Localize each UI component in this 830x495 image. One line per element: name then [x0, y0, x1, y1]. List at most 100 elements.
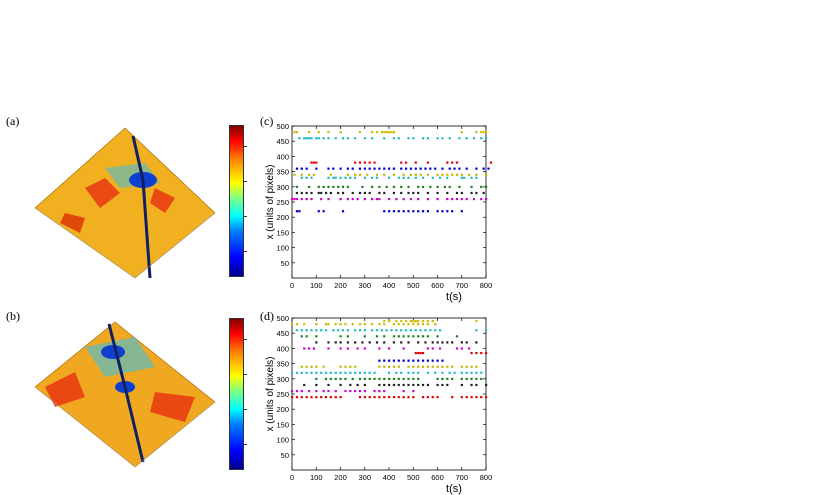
data-point — [412, 389, 415, 393]
data-point — [470, 396, 473, 399]
data-point — [482, 191, 485, 195]
data-point — [388, 320, 391, 323]
data-point — [407, 371, 410, 374]
data-point — [310, 371, 313, 374]
data-point — [351, 191, 354, 195]
data-point — [383, 359, 386, 362]
data-point — [363, 323, 366, 326]
data-point — [441, 365, 444, 368]
x-tick-label: 200 — [334, 281, 347, 290]
x-tick-label: 300 — [358, 473, 371, 482]
data-point — [329, 191, 332, 195]
y-axis-label: x (units of pixels) — [265, 356, 276, 431]
data-point — [446, 197, 449, 201]
data-point — [351, 167, 354, 170]
data-point — [339, 197, 342, 201]
data-point — [392, 383, 396, 387]
data-point — [436, 365, 439, 368]
data-point — [453, 167, 456, 170]
data-point — [388, 131, 391, 134]
data-point — [446, 173, 449, 176]
data-point — [346, 137, 349, 140]
data-point — [446, 365, 449, 368]
data-point — [392, 377, 396, 380]
data-point — [434, 167, 437, 170]
data-point — [380, 131, 383, 134]
data-point — [412, 323, 415, 326]
data-point — [388, 359, 391, 362]
data-point — [334, 371, 337, 374]
data-point — [368, 167, 371, 170]
data-point — [388, 347, 391, 350]
data-point — [388, 383, 391, 387]
data-point — [397, 323, 400, 326]
data-point — [417, 383, 420, 387]
data-point — [339, 396, 342, 399]
data-point — [356, 347, 359, 350]
data-point — [322, 210, 325, 213]
data-point — [315, 389, 318, 393]
data-point — [470, 191, 473, 195]
data-point — [315, 335, 318, 338]
data-point — [400, 371, 403, 374]
data-point — [291, 197, 294, 201]
data-point — [368, 396, 371, 399]
data-point — [363, 335, 366, 338]
x-tick-label: 100 — [310, 473, 323, 482]
data-point — [300, 167, 303, 170]
data-point — [383, 377, 386, 380]
data-point — [378, 377, 381, 380]
data-point — [303, 137, 306, 140]
data-point — [470, 383, 473, 387]
data-point — [475, 377, 478, 380]
data-point — [310, 329, 313, 332]
data-point — [468, 173, 471, 176]
colorbar-b — [229, 318, 247, 470]
data-point — [395, 320, 398, 323]
y-tick-label: 150 — [276, 420, 289, 429]
data-point — [436, 377, 439, 380]
data-point — [436, 341, 439, 344]
data-point — [305, 396, 308, 399]
data-point — [414, 329, 417, 332]
data-point — [327, 383, 330, 387]
data-point — [426, 383, 429, 387]
data-point — [344, 389, 347, 393]
data-point — [339, 341, 342, 344]
data-point — [426, 137, 429, 140]
data-point — [327, 167, 330, 170]
data-point — [300, 396, 303, 399]
data-point — [378, 185, 381, 188]
data-point — [378, 389, 381, 393]
data-point — [307, 173, 311, 176]
data-point — [451, 161, 454, 164]
data-point — [460, 396, 463, 399]
data-point — [404, 329, 408, 332]
data-point — [358, 329, 362, 332]
data-point — [431, 359, 434, 362]
data-point — [392, 191, 396, 195]
data-point — [291, 389, 294, 393]
data-point — [361, 341, 364, 344]
data-point — [446, 341, 449, 344]
x-tick-label: 600 — [431, 473, 444, 482]
data-point — [412, 191, 415, 195]
y-tick-label: 500 — [276, 122, 289, 131]
data-point — [426, 347, 429, 350]
data-point — [295, 131, 299, 134]
data-point — [421, 210, 425, 213]
data-point — [303, 383, 306, 387]
data-point — [417, 341, 420, 344]
plot-frame — [291, 317, 487, 471]
data-point — [426, 323, 429, 326]
data-point — [305, 191, 308, 195]
data-point — [295, 210, 299, 213]
data-point — [460, 173, 463, 176]
data-point — [317, 191, 320, 195]
data-point — [407, 191, 410, 195]
data-point — [421, 335, 425, 338]
data-point — [329, 396, 332, 399]
data-point — [436, 359, 439, 362]
data-point — [349, 365, 352, 368]
data-point — [358, 389, 362, 393]
